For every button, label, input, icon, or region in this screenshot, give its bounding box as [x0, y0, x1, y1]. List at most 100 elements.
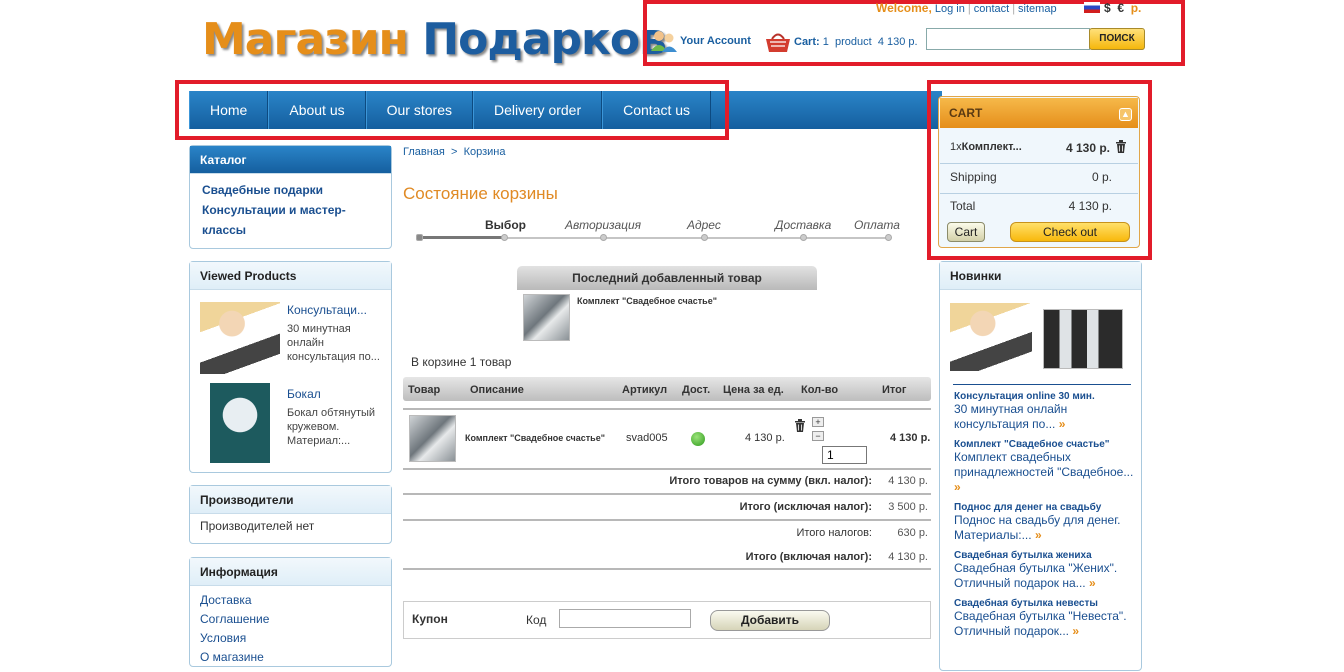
qty-plus-icon[interactable]: +	[812, 417, 824, 427]
step-dot-3	[701, 234, 708, 241]
site-logo[interactable]: Магазин Подарков	[202, 14, 667, 65]
information-box: Информация Доставка Соглашение Условия О…	[189, 557, 392, 667]
currency-usd[interactable]: $	[1104, 1, 1111, 15]
manufacturers-box: Производители Производителей нет	[189, 485, 392, 544]
step-delivery: Доставка	[775, 218, 832, 232]
information-title: Информация	[190, 558, 391, 586]
cart-label: Cart:	[794, 36, 820, 48]
last-added-title: Последний добавленный товар	[517, 266, 817, 290]
search-button[interactable]: ПОИСК	[1089, 28, 1145, 50]
new-product-item-2: Комплект "Свадебное счастье" Комплект св…	[954, 439, 1134, 495]
catalog-item-consultations[interactable]: Консультации и мастер-классы	[202, 200, 379, 240]
more-arrow-icon[interactable]: »	[954, 480, 961, 494]
info-link-about[interactable]: О магазине	[200, 648, 381, 667]
sitemap-link[interactable]: sitemap	[1018, 3, 1057, 15]
summary-tax-label: Итого налогов:	[796, 527, 872, 539]
manufacturers-text: Производителей нет	[200, 519, 315, 533]
account-link[interactable]: Your Account	[650, 30, 751, 52]
step-dot-4	[800, 234, 807, 241]
viewed-product-name-1[interactable]: Консультаци...	[287, 303, 367, 317]
russian-flag-icon[interactable]	[1084, 2, 1100, 13]
new-products-title: Новинки	[940, 262, 1141, 290]
cart-item-name[interactable]: Комплект "Свадебное счастье"	[465, 433, 605, 443]
step-dot-2	[600, 234, 607, 241]
welcome-text: Welcome,	[876, 1, 932, 15]
highlight-nav-box	[175, 80, 729, 140]
new-product-image-1[interactable]	[950, 303, 1032, 371]
more-arrow-icon[interactable]: »	[1072, 624, 1079, 638]
consultation-product-image[interactable]	[200, 302, 280, 374]
last-added-name[interactable]: Комплект "Свадебное счастье"	[577, 296, 717, 306]
users-icon	[651, 31, 677, 52]
more-arrow-icon[interactable]: »	[1035, 528, 1042, 542]
cart-item-total: 4 130 р.	[890, 432, 931, 444]
trash-icon[interactable]	[794, 419, 806, 432]
quantity-input[interactable]	[822, 446, 867, 464]
info-link-delivery[interactable]: Доставка	[200, 591, 381, 610]
manufacturers-title: Производители	[190, 486, 391, 514]
step-dot-5	[885, 234, 892, 241]
contact-link[interactable]: contact	[974, 3, 1009, 15]
viewed-products-title: Viewed Products	[190, 262, 391, 290]
row-divider	[403, 519, 931, 521]
summary-excl-tax-value: 3 500 р.	[888, 501, 928, 513]
new-product-desc-2: Комплект свадебных принадлежностей "Свад…	[954, 450, 1134, 479]
col-quantity: Кол-во	[801, 384, 839, 396]
col-availability: Дост.	[682, 384, 711, 396]
breadcrumb-home[interactable]: Главная	[403, 146, 445, 158]
account-label: Your Account	[680, 35, 751, 47]
col-product: Товар	[408, 384, 441, 396]
col-description: Описание	[470, 384, 524, 396]
more-arrow-icon[interactable]: »	[1089, 576, 1096, 590]
catalog-box: Каталог Свадебные подарки Консультации и…	[189, 145, 392, 249]
search-input[interactable]	[926, 28, 1090, 50]
new-product-item-3: Поднос для денег на свадьбу Поднос на св…	[954, 502, 1134, 543]
coupon-label: Купон	[412, 612, 448, 626]
step-selection: Выбор	[485, 218, 526, 232]
col-total: Итог	[882, 384, 907, 396]
cart-total: 4 130 р.	[877, 36, 918, 48]
step-dot-1	[501, 234, 508, 241]
row-divider	[403, 568, 931, 570]
logo-word-2: Подарков	[422, 14, 667, 65]
col-unit-price: Цена за ед.	[723, 384, 784, 396]
coupon-code-input[interactable]	[559, 609, 691, 628]
viewed-product-desc-2: Бокал обтянутый кружевом. Материал:...	[287, 407, 376, 447]
qty-minus-icon[interactable]: −	[812, 431, 824, 441]
summary-tax-value: 630 р.	[897, 527, 928, 539]
last-added-thumbnail[interactable]	[523, 294, 570, 341]
step-authorization: Авторизация	[565, 218, 642, 232]
coupon-add-button[interactable]: Добавить	[710, 610, 830, 631]
cart-count: 1	[822, 36, 829, 48]
info-link-agreement[interactable]: Соглашение	[200, 610, 381, 629]
cart-product-word: product	[834, 36, 872, 48]
more-arrow-icon[interactable]: »	[1059, 417, 1066, 431]
breadcrumb-current: Корзина	[463, 146, 506, 158]
new-product-image-2[interactable]	[1043, 309, 1123, 369]
new-product-title-4[interactable]: Свадебная бутылка жениха	[954, 550, 1134, 561]
cart-item-price: 4 130 р.	[745, 432, 785, 444]
new-product-desc-1: 30 минутная онлайн консультация по...	[954, 402, 1068, 431]
info-link-terms[interactable]: Условия	[200, 629, 381, 648]
new-product-title-2[interactable]: Комплект "Свадебное счастье"	[954, 439, 1134, 450]
new-product-title-1[interactable]: Консультация online 30 мин.	[954, 391, 1134, 402]
page-title: Состояние корзины	[403, 184, 558, 203]
logo-word-1: Магазин	[202, 14, 409, 65]
row-divider	[403, 408, 931, 410]
new-product-title-3[interactable]: Поднос для денег на свадьбу	[954, 502, 1134, 513]
currency-rub[interactable]: р.	[1131, 1, 1142, 15]
catalog-item-wedding-gifts[interactable]: Свадебные подарки	[202, 180, 379, 200]
new-product-title-5[interactable]: Свадебная бутылка невесты	[954, 598, 1134, 609]
step-payment: Оплата	[854, 218, 900, 232]
cart-item-thumbnail[interactable]	[409, 415, 456, 462]
login-link[interactable]: Log in	[935, 3, 965, 15]
highlight-cart-box	[927, 80, 1152, 260]
viewed-product-name-2[interactable]: Бокал	[287, 387, 321, 401]
currency-eur[interactable]: €	[1117, 1, 1124, 15]
col-sku: Артикул	[622, 384, 668, 396]
goblet-product-image[interactable]	[210, 383, 270, 463]
summary-incl-tax-value: 4 130 р.	[888, 551, 928, 563]
breadcrumb: Главная > Корзина	[403, 146, 505, 158]
step-start-marker	[416, 234, 423, 241]
header-cart-link[interactable]: Cart: 1 product 4 130 р.	[764, 30, 918, 54]
